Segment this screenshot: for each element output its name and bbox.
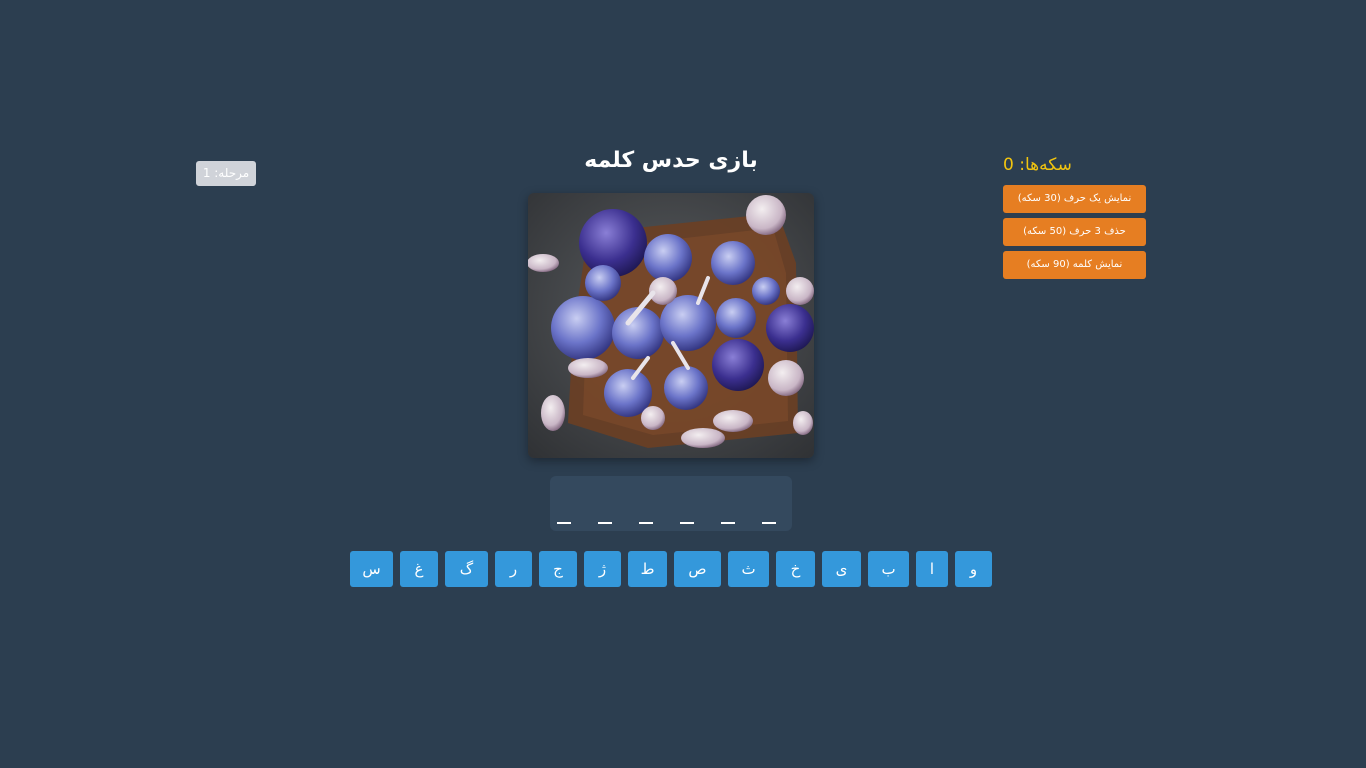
- letter-button[interactable]: ر: [495, 551, 532, 587]
- letter-button[interactable]: ژ: [584, 551, 621, 587]
- answer-slot[interactable]: [557, 504, 571, 524]
- game-screen: مرحله: 1 بازی حدس کلمه: [0, 0, 1366, 768]
- reveal-letter-button[interactable]: نمایش یک حرف (30 سکه): [1003, 185, 1146, 213]
- letter-button[interactable]: ا: [916, 551, 948, 587]
- letter-button[interactable]: گ: [445, 551, 488, 587]
- letter-button[interactable]: ی: [822, 551, 861, 587]
- answer-slot[interactable]: [680, 504, 694, 524]
- letter-button[interactable]: غ: [400, 551, 438, 587]
- remove-letters-button[interactable]: حذف 3 حرف (50 سکه): [1003, 218, 1146, 246]
- answer-slot[interactable]: [598, 504, 612, 524]
- answer-slot[interactable]: [762, 504, 776, 524]
- reveal-word-button[interactable]: نمایش کلمه (90 سکه): [1003, 251, 1146, 279]
- page-title: بازی حدس کلمه: [584, 148, 758, 173]
- level-badge: مرحله: 1: [196, 161, 256, 186]
- letter-button[interactable]: ث: [728, 551, 769, 587]
- letter-button[interactable]: و: [955, 551, 992, 587]
- letter-button[interactable]: خ: [776, 551, 815, 587]
- letter-button[interactable]: ب: [868, 551, 909, 587]
- answer-slot[interactable]: [639, 504, 653, 524]
- answer-box: [550, 476, 792, 531]
- answer-slot[interactable]: [721, 504, 735, 524]
- garlic-image: [528, 193, 814, 458]
- letter-button[interactable]: ط: [628, 551, 667, 587]
- letter-button[interactable]: ص: [674, 551, 721, 587]
- letter-keyboard: س غ گ ر ج ژ ط ص ث خ ی ب ا و: [350, 551, 992, 587]
- letter-button[interactable]: ج: [539, 551, 577, 587]
- coins-label: سکه‌ها: 0: [1003, 155, 1072, 175]
- puzzle-image: [528, 193, 814, 458]
- coins-counter: سکه‌ها: 0: [1003, 155, 1146, 175]
- letter-button[interactable]: س: [350, 551, 393, 587]
